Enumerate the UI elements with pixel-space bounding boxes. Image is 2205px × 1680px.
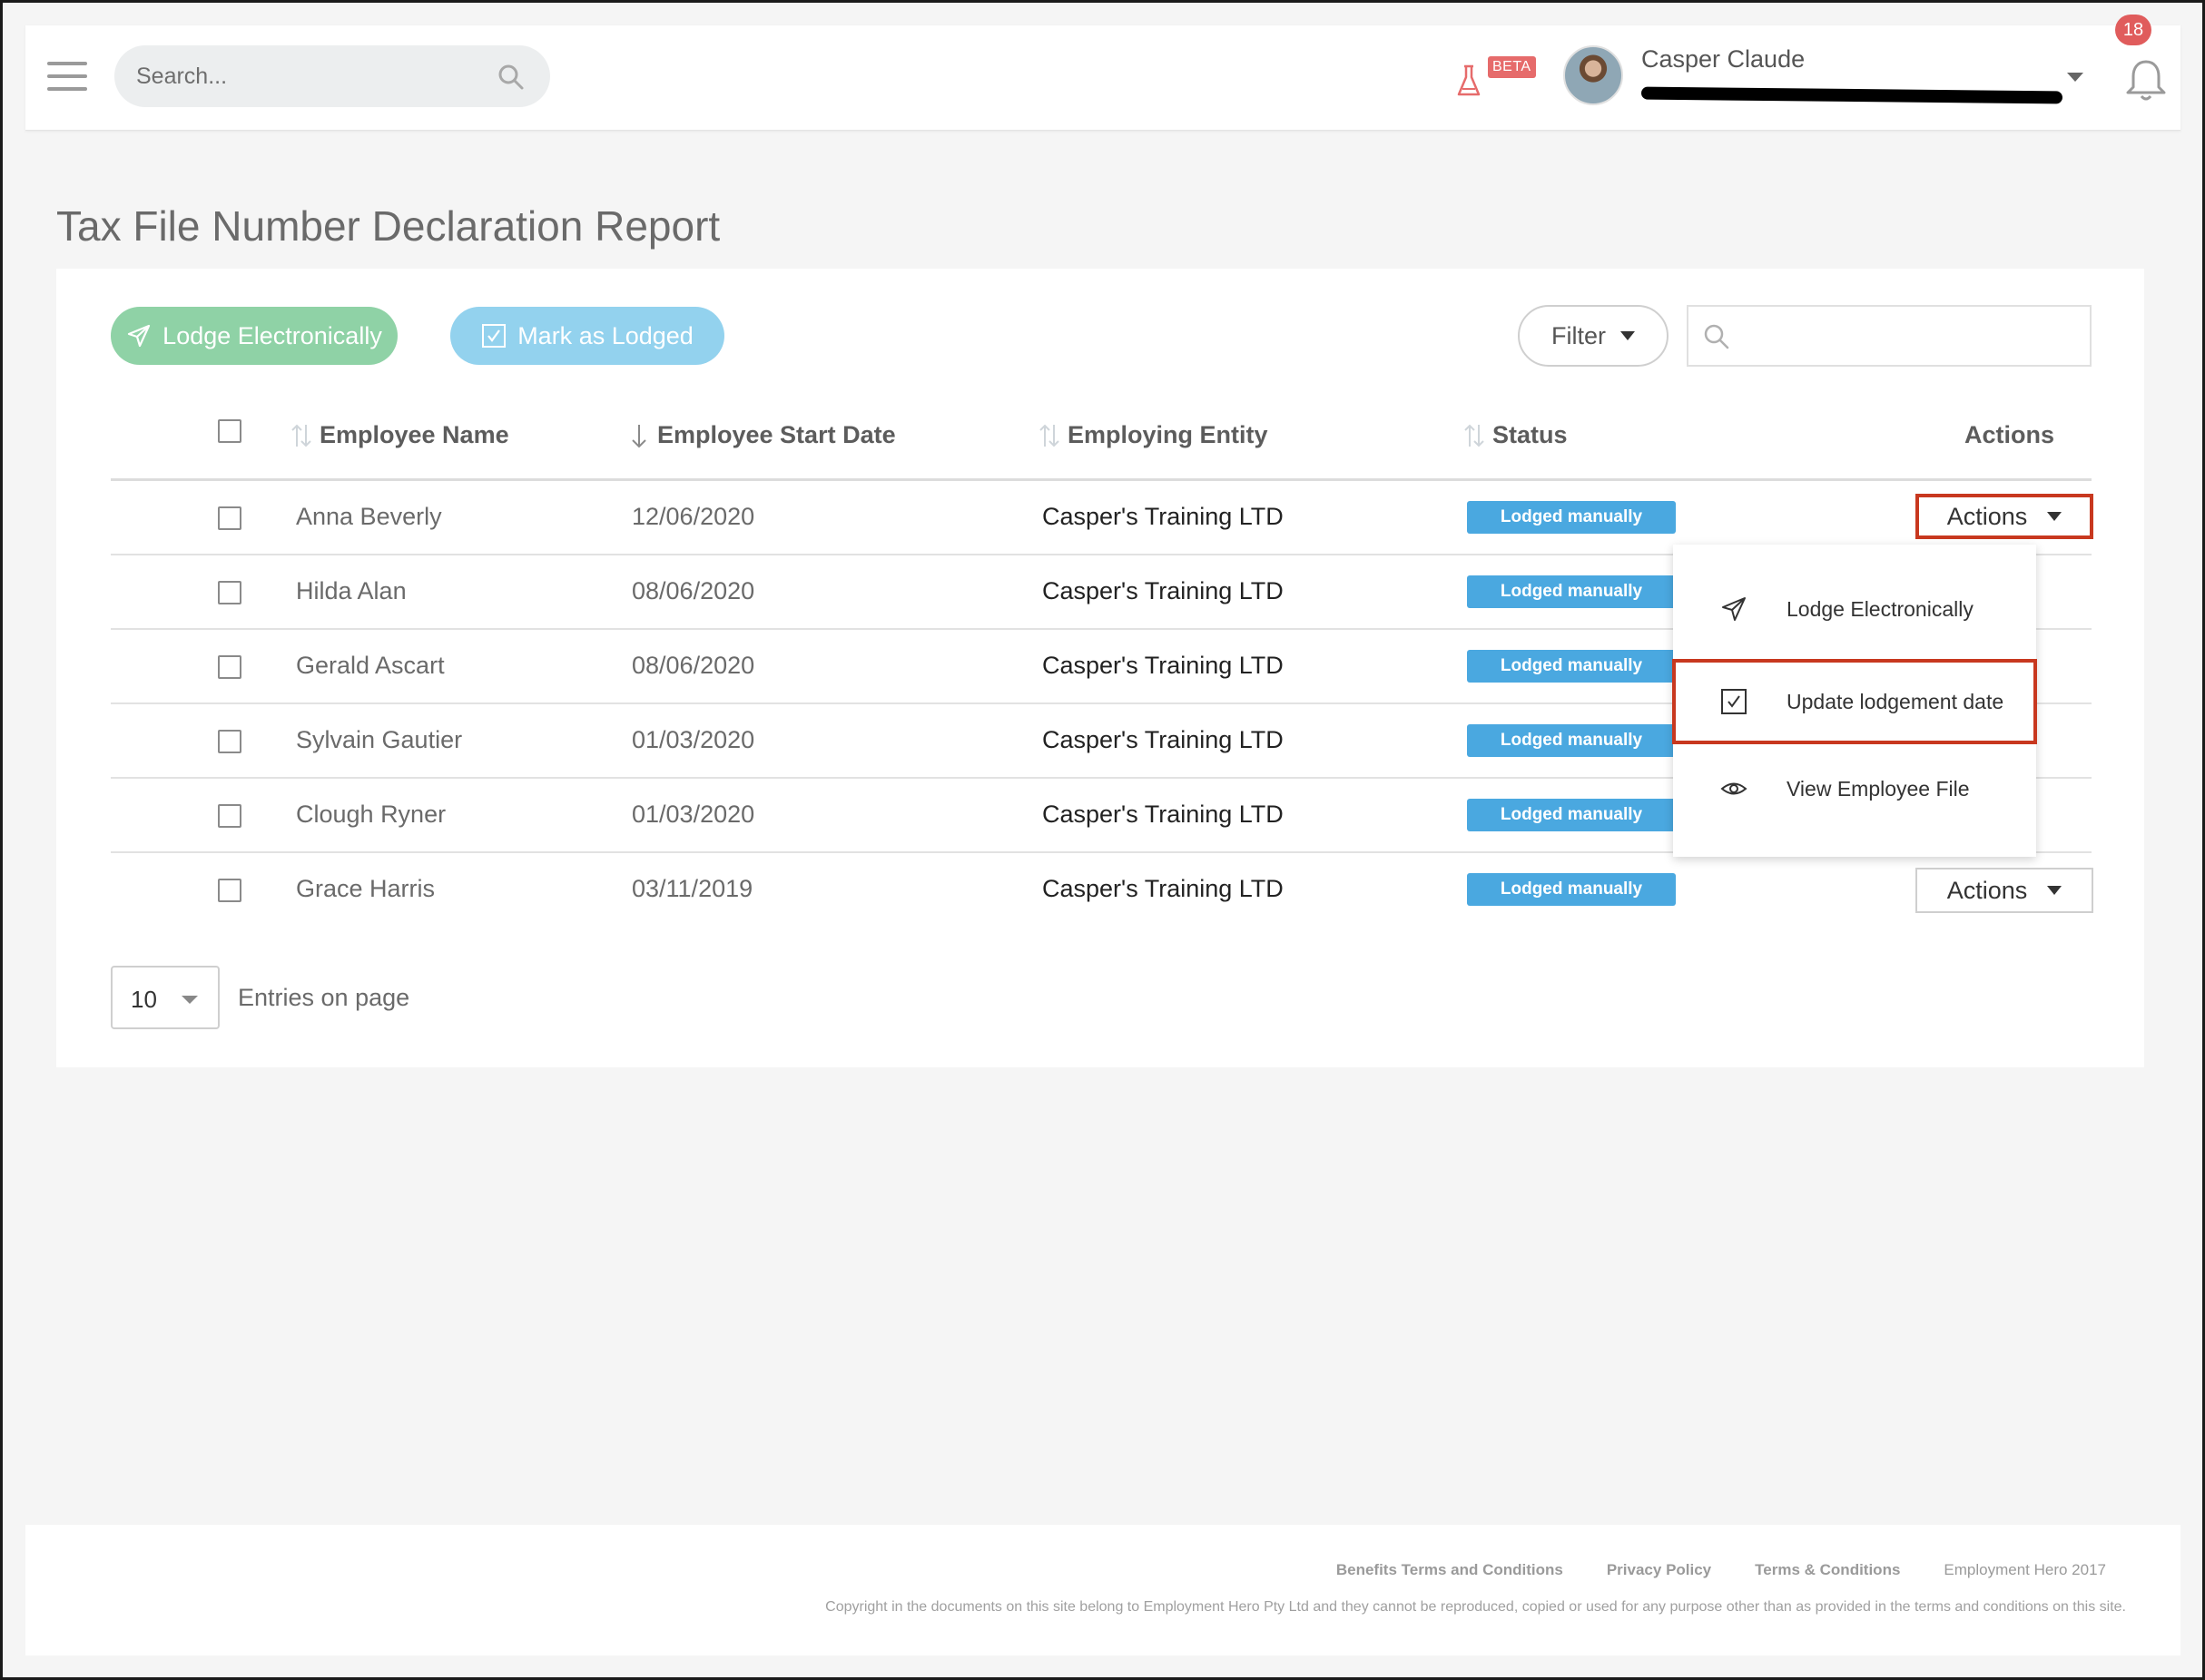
employing-entity: Casper's Training LTD: [1042, 801, 1284, 828]
row-checkbox[interactable]: [218, 804, 241, 828]
filter-button[interactable]: Filter: [1518, 305, 1669, 367]
employee-name: Clough Ryner: [296, 801, 447, 828]
lodge-electronically-button[interactable]: Lodge Electronically: [111, 307, 398, 365]
paper-plane-icon: [1722, 597, 1746, 621]
paper-plane-icon: [128, 324, 151, 348]
employing-entity: Casper's Training LTD: [1042, 652, 1284, 679]
row-checkbox[interactable]: [218, 506, 241, 530]
row-checkbox[interactable]: [218, 730, 241, 753]
bell-icon[interactable]: [2122, 56, 2170, 103]
chevron-down-icon: [182, 996, 198, 1004]
mark-as-lodged-button[interactable]: Mark as Lodged: [450, 307, 724, 365]
footer-link-privacy-policy[interactable]: Privacy Policy: [1607, 1561, 1711, 1579]
footer-brand: Employment Hero 2017: [1944, 1561, 2106, 1578]
menu-item-lodge-electronically[interactable]: Lodge Electronically: [1673, 568, 2036, 650]
footer-copyright: Copyright in the documents on this site …: [825, 1599, 2126, 1615]
row-checkbox[interactable]: [218, 655, 241, 679]
user-menu-caret-icon[interactable]: [2067, 73, 2083, 82]
user-name[interactable]: Casper Claude: [1641, 45, 1805, 74]
row-actions-dropdown: Lodge Electronically Update lodgement da…: [1672, 545, 2037, 857]
footer-link-benefits-terms[interactable]: Benefits Terms and Conditions: [1336, 1561, 1563, 1579]
page-size-value: 10: [131, 986, 157, 1013]
start-date: 08/06/2020: [632, 577, 755, 604]
beta-features[interactable]: BETA: [1455, 54, 1537, 100]
status-badge: Lodged manually: [1467, 799, 1676, 831]
employing-entity: Casper's Training LTD: [1042, 577, 1284, 604]
chevron-down-icon: [2047, 886, 2062, 895]
menu-item-view-employee-file[interactable]: View Employee File: [1673, 748, 2036, 830]
select-all-checkbox[interactable]: [218, 419, 241, 443]
global-search[interactable]: [114, 45, 550, 107]
menu-item-update-lodgement-date[interactable]: Update lodgement date: [1672, 659, 2037, 744]
status-badge: Lodged manually: [1467, 501, 1676, 534]
employee-name: Anna Beverly: [296, 503, 442, 530]
employing-entity: Casper's Training LTD: [1042, 875, 1284, 902]
lodge-electronically-label: Lodge Electronically: [162, 321, 382, 349]
flask-icon: [1457, 64, 1481, 96]
filter-label: Filter: [1551, 321, 1606, 349]
table-row: Grace Harris 03/11/2019 Casper's Trainin…: [111, 853, 2093, 928]
notification-count-badge: 18: [2115, 15, 2151, 45]
checkbox-checked-icon: [482, 324, 507, 348]
start-date: 01/03/2020: [632, 726, 755, 753]
top-bar: BETA Casper Claude 18: [25, 15, 2180, 131]
employee-name: Hilda Alan: [296, 577, 407, 604]
hamburger-menu-icon[interactable]: [47, 62, 87, 93]
table-search-input[interactable]: [1739, 307, 2084, 365]
start-date: 12/06/2020: [632, 503, 755, 530]
row-actions-button[interactable]: Actions: [1915, 494, 2093, 539]
footer-links: Benefits Terms and Conditions Privacy Po…: [1336, 1561, 2106, 1579]
checkbox-checked-icon: [1721, 689, 1747, 714]
employing-entity: Casper's Training LTD: [1042, 726, 1284, 753]
column-status[interactable]: Status: [1462, 421, 1568, 449]
sort-icon: [291, 424, 311, 447]
sort-icon: [1039, 424, 1059, 447]
search-icon[interactable]: [497, 64, 525, 91]
filter-caret-icon: [1620, 331, 1635, 340]
employee-name: Sylvain Gautier: [296, 726, 463, 753]
sort-descending-icon: [632, 424, 646, 447]
search-icon: [1704, 324, 1729, 349]
page-size-select[interactable]: 10: [111, 966, 220, 1029]
start-date: 01/03/2020: [632, 801, 755, 828]
row-actions-button[interactable]: Actions: [1915, 868, 2093, 913]
chevron-down-icon: [2047, 512, 2062, 521]
table-header: Employee Name Employee Start Date Employ…: [111, 405, 2092, 481]
entries-on-page-label: Entries on page: [238, 984, 410, 1011]
employee-name: Gerald Ascart: [296, 652, 445, 679]
global-search-input[interactable]: [136, 45, 481, 107]
page-title: Tax File Number Declaration Report: [56, 202, 721, 250]
status-badge: Lodged manually: [1467, 650, 1676, 683]
footer: Benefits Terms and Conditions Privacy Po…: [25, 1525, 2180, 1655]
column-employee-name[interactable]: Employee Name: [289, 421, 509, 449]
column-start-date[interactable]: Employee Start Date: [626, 421, 896, 449]
employee-name: Grace Harris: [296, 875, 436, 902]
sort-icon: [1464, 424, 1484, 447]
column-employing-entity[interactable]: Employing Entity: [1037, 421, 1268, 449]
start-date: 08/06/2020: [632, 652, 755, 679]
redacted-user-subtitle: [1640, 86, 2063, 104]
eye-icon: [1720, 782, 1747, 795]
employing-entity: Casper's Training LTD: [1042, 503, 1284, 530]
row-checkbox[interactable]: [218, 879, 241, 902]
status-badge: Lodged manually: [1467, 575, 1676, 608]
column-actions: Actions: [1964, 421, 2055, 448]
beta-badge: BETA: [1488, 56, 1536, 78]
start-date: 03/11/2019: [632, 875, 753, 902]
row-checkbox[interactable]: [218, 581, 241, 604]
footer-link-terms-conditions[interactable]: Terms & Conditions: [1755, 1561, 1900, 1579]
avatar[interactable]: [1563, 45, 1623, 105]
mark-as-lodged-label: Mark as Lodged: [517, 321, 694, 349]
status-badge: Lodged manually: [1467, 724, 1676, 757]
status-badge: Lodged manually: [1467, 873, 1676, 906]
table-search[interactable]: [1687, 305, 2092, 367]
